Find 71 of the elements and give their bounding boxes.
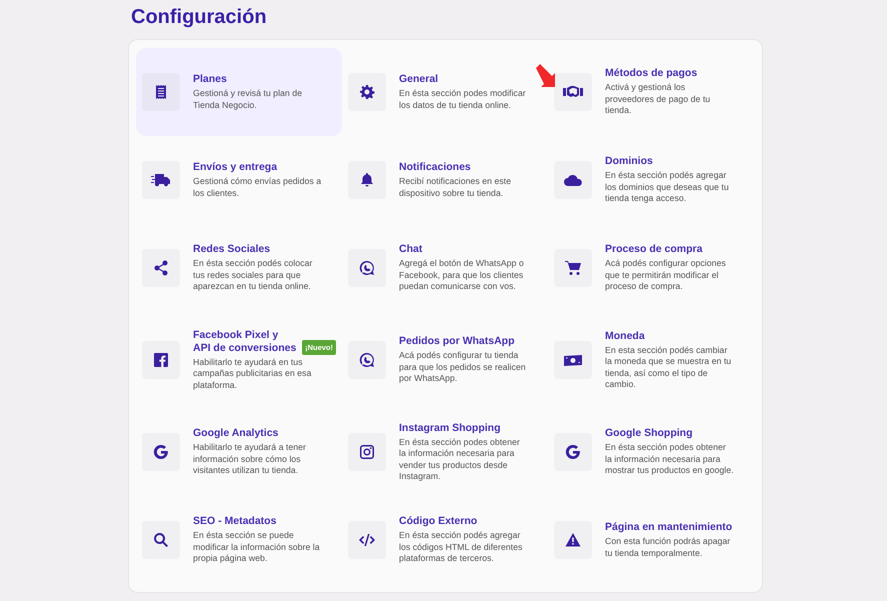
item-title: General <box>399 73 438 85</box>
chat-bubble-icon <box>359 260 375 276</box>
item-title: Pedidos por WhatsApp <box>399 335 514 348</box>
item-title: Página en mantenimiento <box>605 521 732 533</box>
item-title: Instagram Shopping <box>399 422 501 434</box>
settings-item[interactable]: Chat Agregá el botón de WhatsApp o Facebook, para que los clientes puedan comunicarse con vos. <box>342 224 548 312</box>
item-title: Dominios <box>605 155 653 168</box>
truck-icon <box>151 173 171 187</box>
facebook-icon <box>153 352 169 368</box>
item-description: En ésta sección podés agregar los dominios que deseas que tu tienda tenga acceso. <box>605 170 730 205</box>
item-description: Habilitarlo te ayudará a tener información sobre cómo los visitantes utilizan tu tienda. <box>193 442 307 477</box>
code-icon <box>357 533 377 547</box>
settings-item[interactable]: Métodos de pagos Activá y gestioná los proveedores de pago de tu tienda. <box>548 48 754 136</box>
settings-item[interactable]: Envíos y entrega Gestioná cómo envías pedidos a los clientes. <box>136 136 342 224</box>
item-title: SEO - Metadatos <box>193 515 276 528</box>
settings-icon <box>359 84 375 100</box>
item-description: En esta sección podés cambiar la moneda que se muestra en tu tienda, así como el tipo de cambio. <box>605 344 732 390</box>
settings-item[interactable]: Notificaciones Recibí notificaciones en este dispositivo sobre tu tienda. <box>342 136 548 224</box>
item-description: En ésta sección podés colocar tus redes sociales para que aparezcan en tu tienda online. <box>193 258 314 293</box>
settings-item[interactable]: Planes Gestioná y revisá tu plan de Tienda Negocio. <box>136 48 342 136</box>
item-description: Agregá el botón de WhatsApp o Facebook, para que los clientes puedan comunicarse con vos. <box>399 258 525 293</box>
item-title: Proceso de compra <box>605 243 702 256</box>
settings-item[interactable]: Instagram Shopping En ésta sección podes obtener la información necesaria para vender tus productos desde Instagram. <box>342 408 548 496</box>
settings-item[interactable]: Pedidos por WhatsApp Acá podés configurar tu tienda para que los pedidos se realicen por WhatsApp. <box>342 312 548 408</box>
item-description: Gestioná y revisá tu plan de Tienda Negocio. <box>193 88 304 111</box>
cloud-icon <box>563 173 583 187</box>
item-description: Gestioná cómo envías pedidos a los clientes. <box>193 176 322 199</box>
item-description: Acá podés configurar tu tienda para que los pedidos se realicen por WhatsApp. <box>399 350 527 385</box>
settings-item[interactable]: Google Analytics Habilitarlo te ayudará a tener información sobre cómo los visitantes utilizan tu tienda. <box>136 408 342 496</box>
item-title: Moneda <box>605 330 645 342</box>
item-title: Facebook Pixel y API de conversiones <box>193 328 298 355</box>
camera-outline-icon <box>359 444 375 460</box>
item-description: En ésta sección podés agregar los códigos HTML de diferentes plataformas de terceros. <box>399 530 524 565</box>
search-icon <box>153 532 169 548</box>
item-title: Planes <box>193 73 227 85</box>
settings-item[interactable]: Código Externo En ésta sección podés agregar los códigos HTML de diferentes plataformas de terceros. <box>342 496 548 584</box>
item-description: Activá y gestioná los proveedores de pago de tu tienda. <box>605 82 712 117</box>
item-description: En ésta sección podes obtener la información necesaria para mostrar tus productos en google. <box>605 442 735 477</box>
item-title: Google Analytics <box>193 427 278 440</box>
item-title: Google Shopping <box>605 427 692 440</box>
settings-item[interactable]: General En ésta sección podes modificar los datos de tu tienda online. <box>342 48 548 136</box>
g-letter-icon <box>153 444 169 460</box>
share-icon <box>153 260 169 276</box>
item-description: Acá podés configurar opciones que te permitirán modificar el proceso de compra. <box>605 258 727 293</box>
item-title: Chat <box>399 243 422 256</box>
item-description: En ésta sección podes obtener la información necesaria para vender tus productos desde Instagram. <box>399 436 521 482</box>
item-title: Código Externo <box>399 515 478 528</box>
item-description: En ésta sección podes modificar los datos de tu tienda online. <box>399 88 527 111</box>
item-description: Con esta función podrás apagar tu tienda temporalmente. <box>605 536 732 559</box>
item-description: En ésta sección se puede modificar la información sobre la propia página web. <box>193 530 321 565</box>
g-letter-icon <box>565 444 581 460</box>
item-title: Envíos y entrega <box>193 161 278 173</box>
settings-item[interactable]: Moneda En esta sección podés cambiar la moneda que se muestra en tu tienda, así como el tipo de cambio. <box>548 312 754 408</box>
settings-item[interactable]: Google Shopping En ésta sección podes obtener la información necesaria para mostrar tus productos en google. <box>548 408 754 496</box>
chat-bubble-icon <box>359 352 375 368</box>
banknote-icon <box>563 353 583 367</box>
settings-item[interactable]: Dominios En ésta sección podés agregar los dominios que deseas que tu tienda tenga acceso. <box>548 136 754 224</box>
page-title: Configuración <box>131 5 268 30</box>
settings-item[interactable]: Redes Sociales En ésta sección podés colocar tus redes sociales para que aparezcan en tu tienda online. <box>136 224 342 312</box>
settings-item[interactable]: SEO - Metadatos En ésta sección se puede modificar la información sobre la propia página web. <box>136 496 342 584</box>
settings-item[interactable]: Página en mantenimiento Con esta función podrás apagar tu tienda temporalmente. <box>548 496 754 584</box>
item-description: Habilitarlo te ayudará en tus campañas publicitarias en esa plataforma. <box>193 356 312 392</box>
cart-icon <box>565 260 581 276</box>
settings-item[interactable]: Proceso de compra Acá podés configurar opciones que te permitirán modificar el proceso de compra. <box>548 224 754 312</box>
receipt-icon <box>153 84 169 100</box>
item-description: Recibí notificaciones en este dispositivo sobre tu tienda. <box>399 176 512 199</box>
item-title: Notificaciones <box>399 161 471 173</box>
warning-icon <box>565 532 581 548</box>
bell-icon <box>359 172 375 188</box>
item-title: Redes Sociales <box>193 243 270 256</box>
item-title: Métodos de pagos <box>605 67 698 80</box>
